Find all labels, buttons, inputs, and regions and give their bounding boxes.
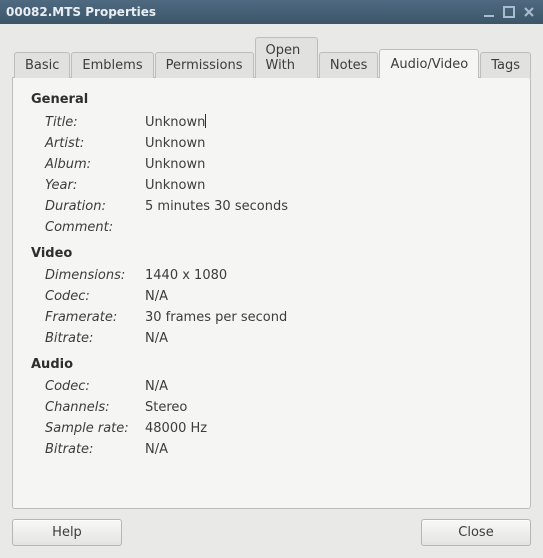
row-duration: Duration: 5 minutes 30 seconds (45, 196, 288, 217)
tab-open-with[interactable]: Open With (255, 37, 318, 78)
row-artist: Artist: Unknown (45, 133, 288, 154)
row-video-codec: Codec: N/A (45, 286, 287, 307)
row-comment: Comment: (45, 217, 288, 238)
tab-basic[interactable]: Basic (14, 52, 70, 78)
value-video-bitrate: N/A (145, 328, 287, 349)
value-duration: 5 minutes 30 seconds (145, 196, 288, 217)
row-audio-bitrate: Bitrate: N/A (45, 439, 207, 460)
row-channels: Channels: Stereo (45, 397, 207, 418)
label-audio-bitrate: Bitrate: (45, 439, 145, 460)
row-video-bitrate: Bitrate: N/A (45, 328, 287, 349)
tab-notes[interactable]: Notes (319, 52, 379, 78)
label-duration: Duration: (45, 196, 145, 217)
row-dimensions: Dimensions: 1440 x 1080 (45, 265, 287, 286)
row-year: Year: Unknown (45, 175, 288, 196)
section-header-video: Video (31, 246, 512, 261)
label-video-bitrate: Bitrate: (45, 328, 145, 349)
tab-page-audio-video: General Title: Unknown Artist: Unknown A… (12, 77, 531, 509)
value-audio-codec: N/A (145, 376, 207, 397)
audio-properties: Codec: N/A Channels: Stereo Sample rate:… (45, 376, 207, 460)
label-year: Year: (45, 175, 145, 196)
row-title: Title: Unknown (45, 111, 288, 133)
close-icon[interactable] (521, 4, 537, 20)
row-album: Album: Unknown (45, 154, 288, 175)
value-framerate: 30 frames per second (145, 307, 287, 328)
row-audio-codec: Codec: N/A (45, 376, 207, 397)
title-bar: 00082.MTS Properties (0, 0, 543, 24)
label-title: Title: (45, 111, 145, 133)
value-title-text: Unknown (145, 115, 205, 130)
tab-emblems[interactable]: Emblems (71, 52, 153, 78)
help-button[interactable]: Help (12, 519, 122, 546)
minimize-icon[interactable] (481, 4, 497, 20)
section-header-general: General (31, 92, 512, 107)
label-channels: Channels: (45, 397, 145, 418)
close-button[interactable]: Close (421, 519, 531, 546)
window-title: 00082.MTS Properties (6, 5, 481, 19)
value-album: Unknown (145, 154, 288, 175)
label-framerate: Framerate: (45, 307, 145, 328)
value-title: Unknown (145, 111, 288, 133)
properties-window: 00082.MTS Properties Basic Emblems Permi… (0, 0, 543, 558)
general-properties: Title: Unknown Artist: Unknown Album: Un… (45, 111, 288, 238)
section-header-audio: Audio (31, 357, 512, 372)
tab-audio-video[interactable]: Audio/Video (379, 49, 479, 78)
row-framerate: Framerate: 30 frames per second (45, 307, 287, 328)
label-comment: Comment: (45, 217, 145, 238)
client-area: Basic Emblems Permissions Open With Note… (0, 24, 543, 558)
tab-strip: Basic Emblems Permissions Open With Note… (12, 36, 531, 77)
label-album: Album: (45, 154, 145, 175)
value-video-codec: N/A (145, 286, 287, 307)
value-channels: Stereo (145, 397, 207, 418)
value-year: Unknown (145, 175, 288, 196)
label-sample-rate: Sample rate: (45, 418, 145, 439)
label-video-codec: Codec: (45, 286, 145, 307)
value-artist: Unknown (145, 133, 288, 154)
label-audio-codec: Codec: (45, 376, 145, 397)
window-controls (481, 4, 537, 20)
text-cursor (205, 114, 206, 128)
value-sample-rate: 48000 Hz (145, 418, 207, 439)
tab-tags[interactable]: Tags (480, 52, 531, 78)
value-dimensions: 1440 x 1080 (145, 265, 287, 286)
value-comment (145, 217, 288, 238)
label-dimensions: Dimensions: (45, 265, 145, 286)
tab-permissions[interactable]: Permissions (155, 52, 254, 78)
dialog-button-row: Help Close (12, 509, 531, 546)
video-properties: Dimensions: 1440 x 1080 Codec: N/A Frame… (45, 265, 287, 349)
label-artist: Artist: (45, 133, 145, 154)
maximize-icon[interactable] (501, 4, 517, 20)
value-audio-bitrate: N/A (145, 439, 207, 460)
row-sample-rate: Sample rate: 48000 Hz (45, 418, 207, 439)
